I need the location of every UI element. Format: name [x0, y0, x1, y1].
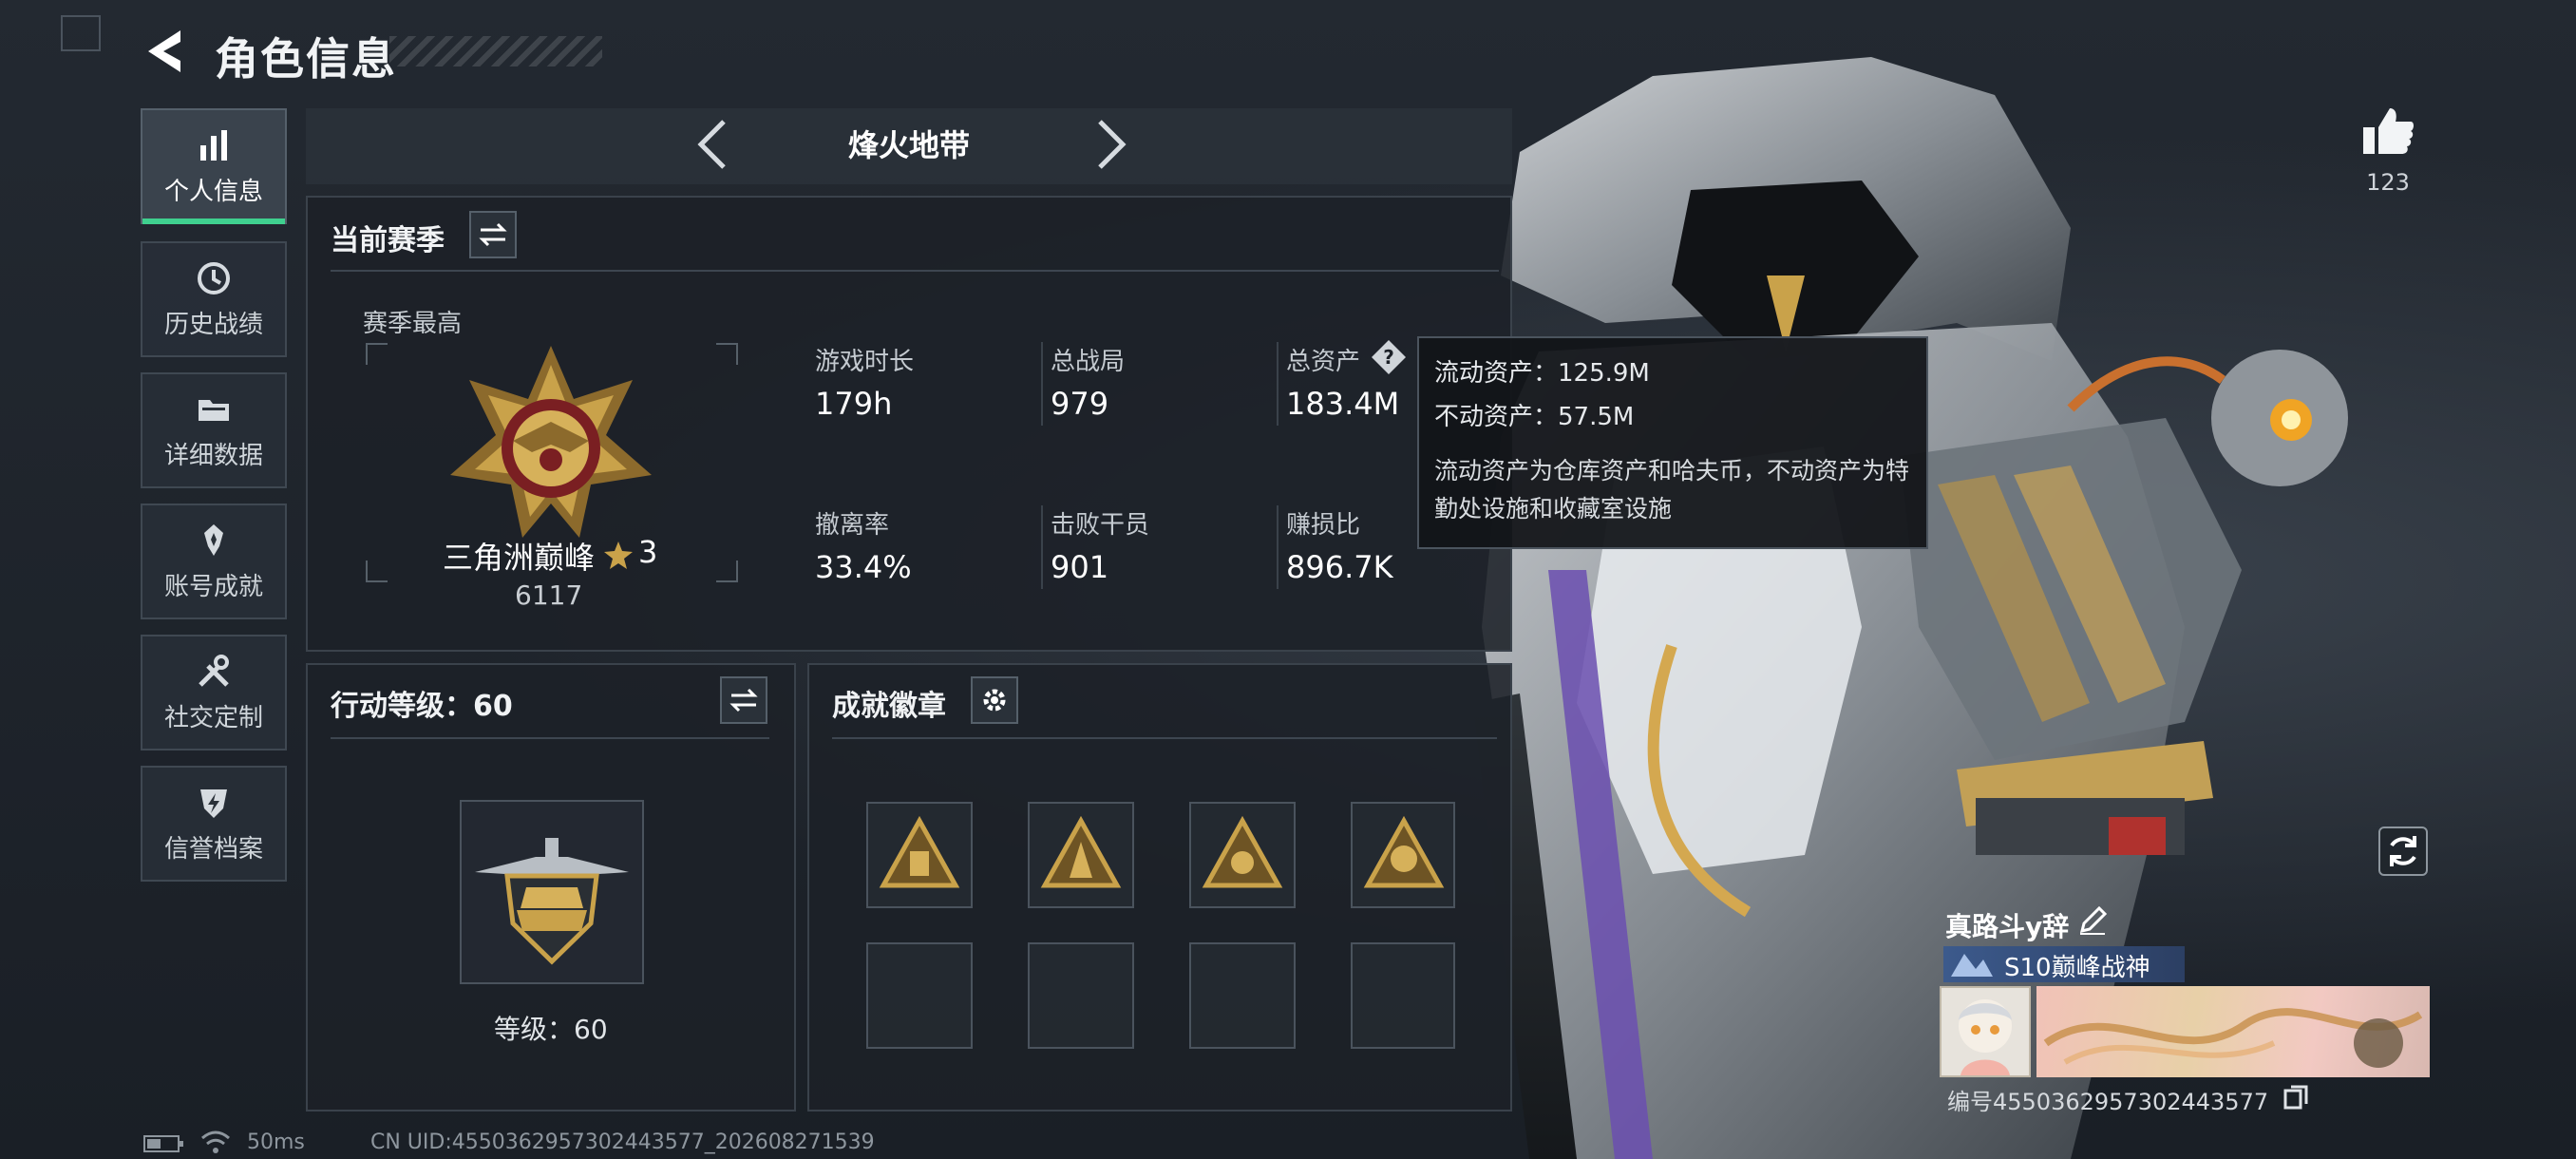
sidebar-item-label: 个人信息: [163, 177, 263, 206]
badge-slot-empty[interactable]: [1189, 942, 1296, 1049]
stat-value-total-assets: 183.4M: [1286, 386, 1400, 422]
stat-divider: [1277, 342, 1279, 426]
panel-divider: [331, 270, 1499, 272]
battery-icon: [143, 1135, 183, 1152]
rank-name: 三角洲巅峰: [443, 540, 596, 576]
stat-value-operators-defeated: 901: [1051, 549, 1109, 585]
badge-slot-empty[interactable]: [1351, 942, 1455, 1049]
stat-divider: [1041, 505, 1043, 589]
panel-divider: [331, 737, 769, 739]
stat-value-playtime: 179h: [815, 386, 893, 422]
tooltip-liquid-assets: 流动资产：125.9M: [1434, 359, 1650, 388]
stat-value-total-matches: 979: [1051, 386, 1109, 422]
svg-text:?: ?: [1383, 346, 1394, 369]
title-banner-emblem-icon: [1951, 954, 1993, 977]
tools-icon: [199, 654, 229, 687]
stat-label-total-assets: 总资产: [1286, 348, 1361, 376]
assets-tooltip: 流动资产：125.9M 不动资产：57.5M 流动资产为仓库资产和哈夫币，不动资…: [1417, 336, 1928, 549]
sidebar-item-personal-info[interactable]: 个人信息: [141, 108, 287, 224]
badge-settings-button[interactable]: [971, 676, 1018, 724]
action-level-title: 行动等级：60: [331, 690, 513, 723]
stat-label-playtime: 游戏时长: [815, 348, 915, 376]
wifi-icon: [201, 1130, 230, 1153]
badge-triangle-icon: [879, 815, 960, 888]
badge-triangle-icon: [1363, 815, 1445, 888]
stat-label-profit-loss-ratio: 赚损比: [1286, 511, 1361, 540]
bar-chart-icon: [200, 129, 227, 161]
season-panel-title: 当前赛季: [331, 224, 445, 257]
swap-arrows-icon: [729, 688, 758, 712]
avatar[interactable]: [1940, 986, 2031, 1077]
rank-emblem-icon: [450, 346, 652, 538]
title-banner-text: S10巅峰战神: [2004, 954, 2150, 982]
next-mode-chevron-icon[interactable]: [1090, 116, 1132, 173]
sidebar-item-label: 详细数据: [163, 441, 263, 470]
helicopter-emblem-icon: [475, 838, 629, 965]
badge-triangle-icon: [1202, 815, 1283, 888]
gear-icon: [983, 689, 1006, 712]
badge-slot-3[interactable]: [1189, 802, 1296, 908]
rank-stars-count: 3: [638, 534, 658, 570]
tooltip-fixed-assets: 不动资产：57.5M: [1434, 403, 1635, 431]
card-swirl-art: [2043, 1008, 2423, 1068]
stat-value-extraction-rate: 33.4%: [815, 549, 912, 585]
back-arrow-icon[interactable]: [142, 27, 188, 76]
badge-slot-2[interactable]: [1028, 802, 1134, 908]
shield-lightning-icon: [200, 788, 227, 818]
uid-text: CN UID:4550362957302443577_202608271539: [370, 1130, 875, 1154]
help-question-icon[interactable]: ?: [1370, 338, 1408, 376]
star-icon: [604, 542, 633, 569]
season-best-label: 赛季最高: [363, 310, 463, 338]
badge-slot-4[interactable]: [1351, 802, 1455, 908]
sidebar-item-label: 信誉档案: [163, 834, 263, 864]
history-clock-icon: [198, 261, 230, 294]
sidebar-item-social-custom[interactable]: 社交定制: [141, 635, 287, 750]
player-name: 真路斗y辞: [1945, 911, 2070, 942]
stat-label-total-matches: 总战局: [1051, 348, 1126, 376]
sidebar-item-label: 账号成就: [163, 572, 263, 601]
like-count: 123: [2366, 169, 2410, 196]
player-card-art: [2036, 986, 2430, 1077]
stat-divider: [1041, 342, 1043, 426]
folder-icon: [199, 399, 229, 421]
copy-icon[interactable]: [2282, 1083, 2310, 1112]
panel-divider: [832, 737, 1497, 739]
avatar-portrait-icon: [1959, 999, 2012, 1075]
corner-decoration: [61, 15, 101, 51]
prev-mode-chevron-icon[interactable]: [691, 116, 733, 173]
swap-level-button[interactable]: [720, 676, 767, 724]
stat-label-operators-defeated: 击败干员: [1051, 511, 1150, 540]
refresh-button[interactable]: [2378, 826, 2428, 876]
mode-title: 烽火地带: [847, 127, 970, 163]
swap-season-button[interactable]: [469, 211, 517, 258]
achievement-star-icon: [204, 523, 223, 556]
tooltip-description: 流动资产为仓库资产和哈夫币，不动资产为特勤处设施和收藏室设施: [1434, 457, 1910, 522]
sidebar-item-achievements[interactable]: 账号成就: [141, 504, 287, 619]
sidebar-item-detailed-data[interactable]: 详细数据: [141, 372, 287, 488]
badge-slot-empty[interactable]: [866, 942, 973, 1049]
sidebar-item-label: 历史战绩: [163, 310, 263, 339]
refresh-icon: [2390, 836, 2416, 866]
achievements-title: 成就徽章: [832, 690, 946, 723]
badge-slot-1[interactable]: [866, 802, 973, 908]
ping-text: 50ms: [247, 1130, 305, 1154]
level-text: 等级：60: [494, 1014, 608, 1045]
sidebar-item-credit-record[interactable]: 信誉档案: [141, 766, 287, 882]
stat-value-profit-loss-ratio: 896.7K: [1286, 549, 1393, 585]
edit-pencil-icon[interactable]: [2076, 904, 2109, 937]
sidebar-item-history[interactable]: 历史战绩: [141, 241, 287, 357]
thumbs-up-icon[interactable]: [2359, 104, 2416, 158]
rank-score: 6117: [515, 580, 583, 611]
stat-divider: [1277, 505, 1279, 589]
page-title: 角色信息: [215, 33, 397, 85]
badge-slot-empty[interactable]: [1028, 942, 1134, 1049]
sidebar-item-label: 社交定制: [163, 703, 263, 732]
badge-triangle-icon: [1040, 815, 1122, 888]
title-stripes-decoration: [389, 36, 602, 66]
swap-arrows-icon: [479, 222, 507, 247]
player-id: 编号4550362957302443577: [1947, 1089, 2269, 1115]
stat-label-extraction-rate: 撤离率: [815, 511, 890, 540]
